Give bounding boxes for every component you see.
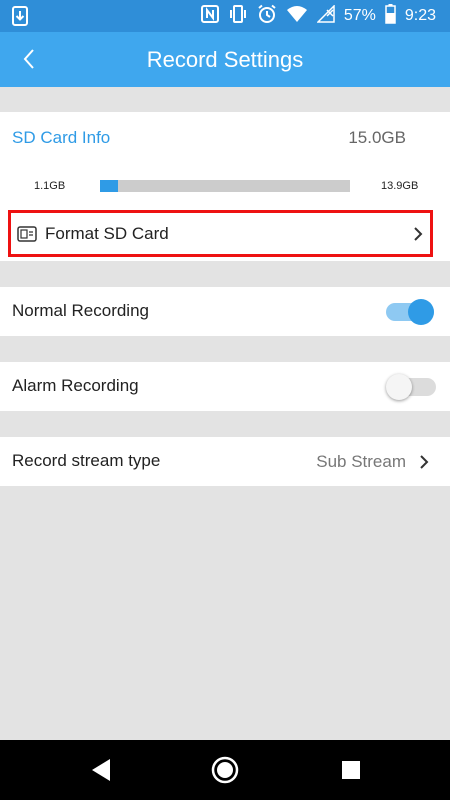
alarm-recording-toggle[interactable] <box>386 372 438 402</box>
page-title: Record Settings <box>146 47 304 72</box>
alarm-recording-label: Alarm Recording <box>12 376 139 395</box>
storage-progress-fill <box>100 180 119 192</box>
sd-card-info-title: SD Card Info <box>12 128 111 147</box>
battery-percent: 57% <box>343 7 376 24</box>
nfc-icon <box>200 4 219 28</box>
format-sd-card-button[interactable]: Format SD Card <box>8 210 433 257</box>
toggle-knob <box>386 374 412 400</box>
format-sd-card-label: Format SD Card <box>45 224 169 243</box>
download-icon <box>12 6 28 31</box>
record-stream-type-row[interactable]: Record stream type Sub Stream <box>0 437 450 486</box>
record-stream-type-value: Sub Stream <box>316 452 406 471</box>
app-bar: Record Settings <box>0 32 450 87</box>
sd-free-label: 13.9GB <box>381 180 419 192</box>
normal-recording-row: Normal Recording <box>0 287 450 336</box>
normal-recording-label: Normal Recording <box>12 301 149 320</box>
recents-square-icon[interactable] <box>336 755 366 785</box>
sd-used-label: 1.1GB <box>34 180 66 192</box>
normal-recording-toggle[interactable] <box>384 297 436 327</box>
sd-card-icon <box>17 226 37 247</box>
alarm-recording-row: Alarm Recording <box>0 362 450 411</box>
vibrate-icon <box>228 4 248 28</box>
sd-card-total: 15.0GB <box>348 128 406 147</box>
signal-icon <box>316 3 335 28</box>
clock: 9:23 <box>404 7 436 24</box>
back-triangle-icon[interactable] <box>86 755 116 785</box>
wifi-icon <box>286 5 308 28</box>
record-stream-type-label: Record stream type <box>12 451 161 470</box>
toggle-knob <box>408 299 434 325</box>
status-bar: 57% 9:23 <box>0 0 450 32</box>
home-circle-icon[interactable] <box>210 755 240 785</box>
sd-card-section: SD Card Info 15.0GB 1.1GB 13.9GB Format … <box>0 112 450 261</box>
storage-progress-bar <box>100 180 350 192</box>
alarm-icon <box>257 4 277 29</box>
chevron-right-icon <box>412 225 424 243</box>
system-nav-bar <box>0 740 450 800</box>
chevron-right-icon <box>418 453 430 471</box>
battery-icon <box>385 3 396 29</box>
